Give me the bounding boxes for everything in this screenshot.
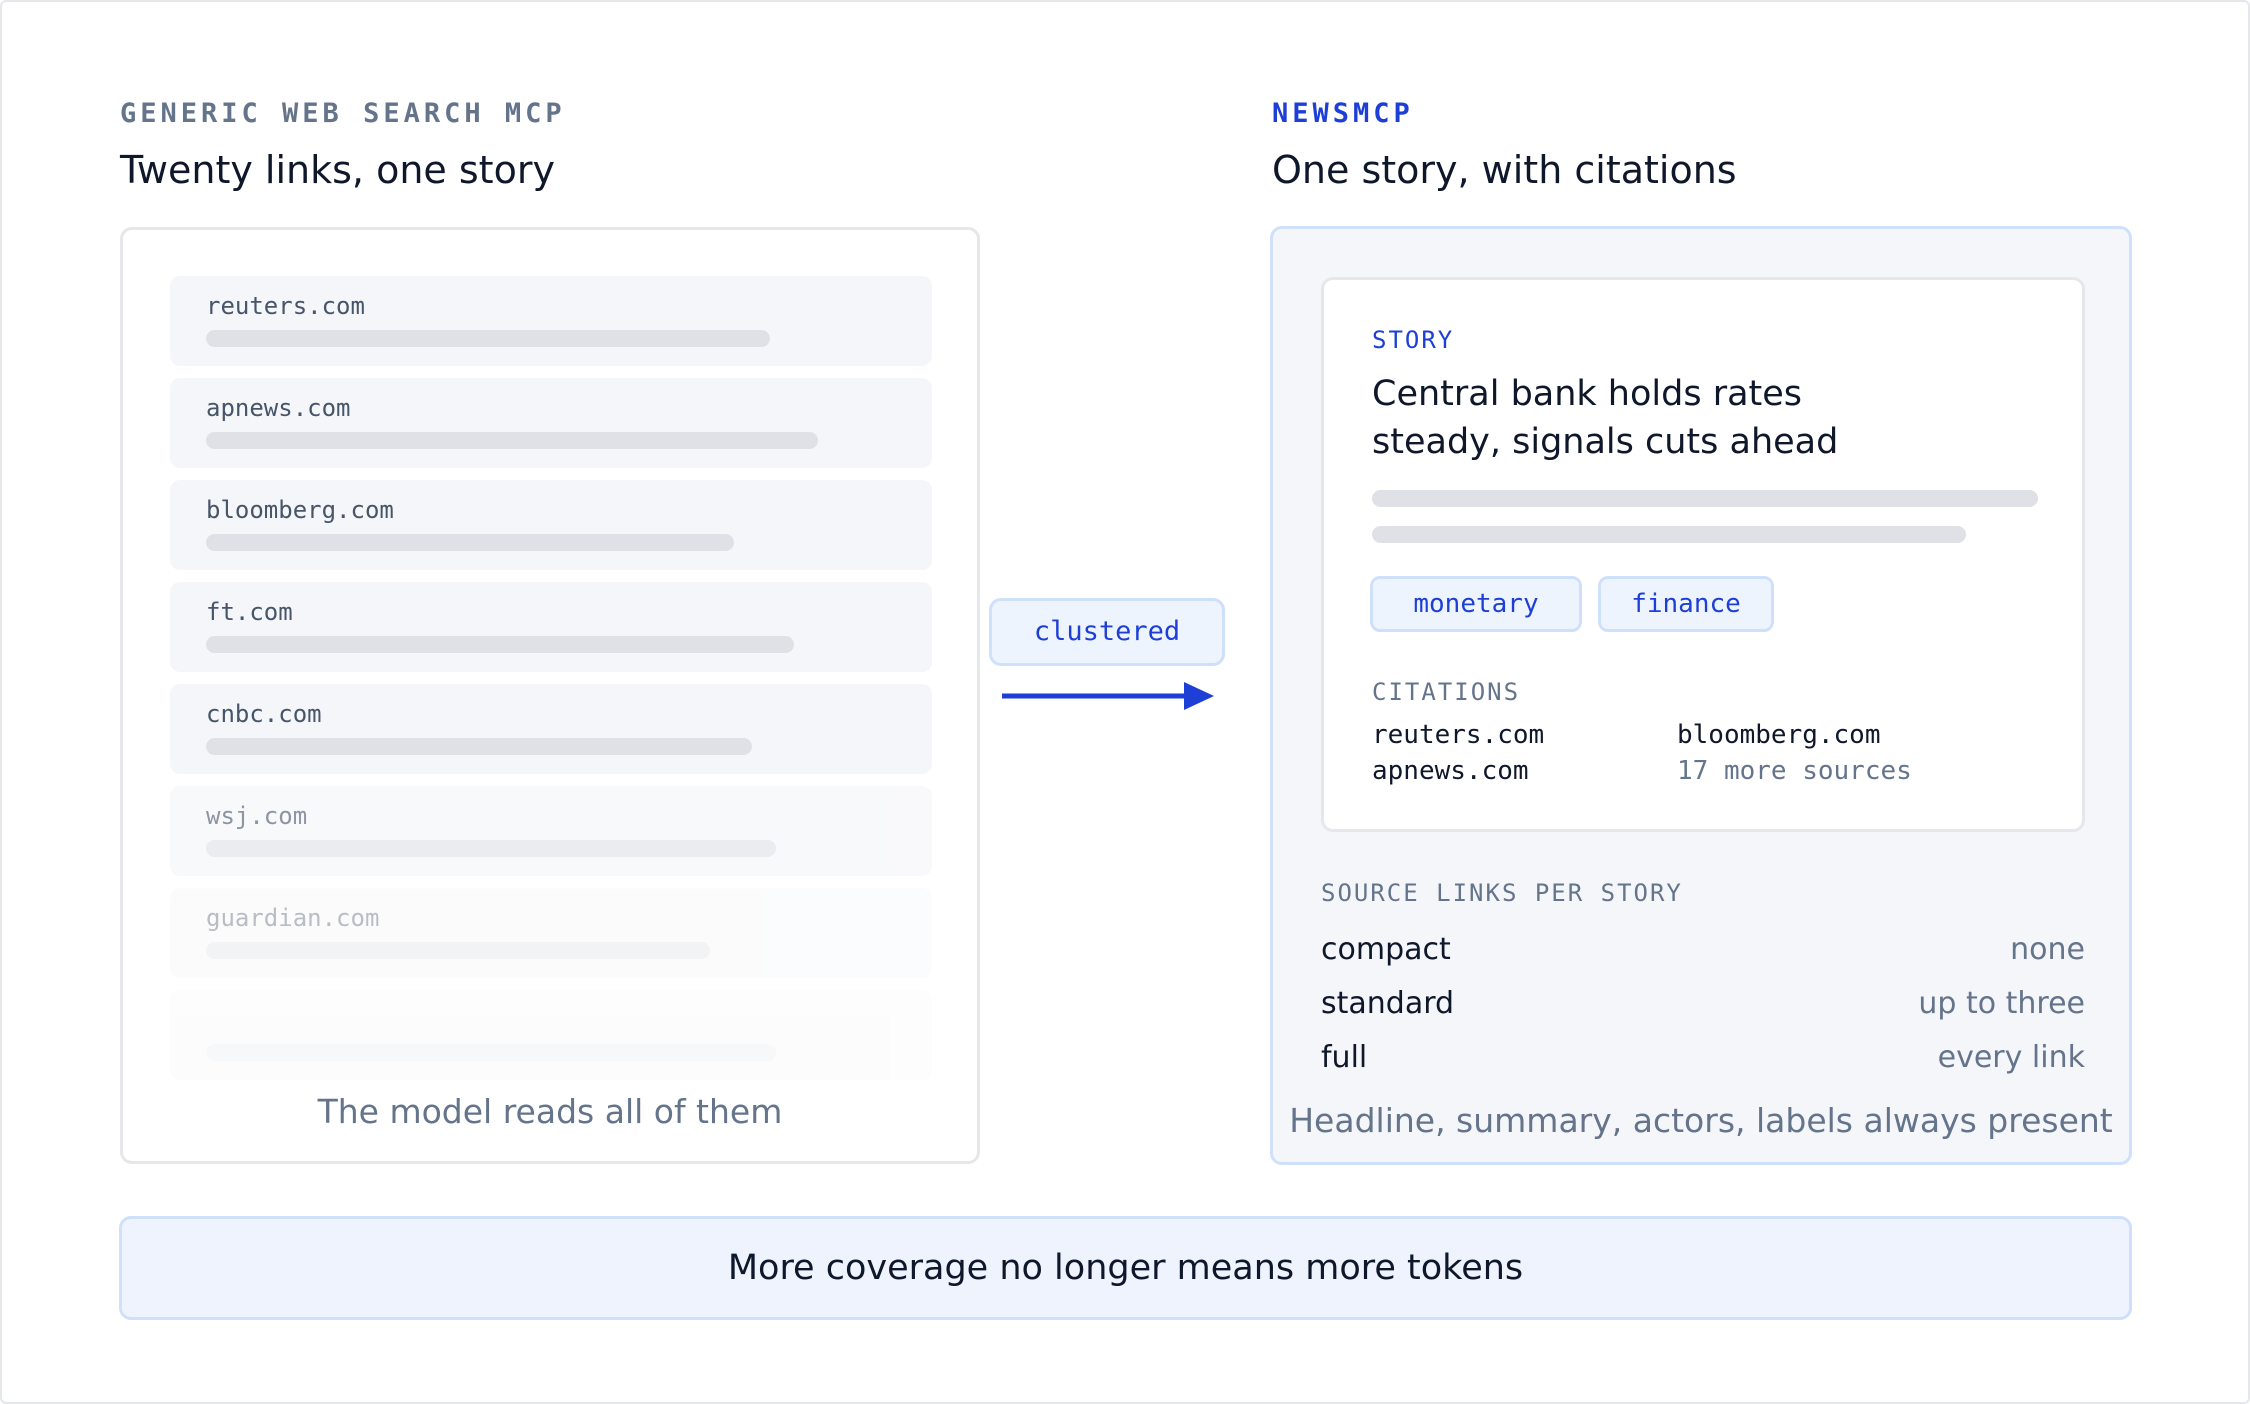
right-caption: Headline, summary, actors, labels always… [1289,1101,2113,1140]
level-name: standard [1321,986,1455,1021]
result-domain: wsj.com [206,802,308,830]
result-domain: bloomberg.com [206,496,394,524]
story-headline: Central bank holds rates steady, signals… [1372,374,1839,462]
result-domain: cnbc.com [206,700,322,728]
level-row: standard up to three [1321,986,2085,1030]
citation-item: reuters.com [1372,720,1545,750]
result-item: wsj.com [170,786,932,876]
result-snippet-placeholder [206,432,818,449]
summary-placeholder [1372,526,1966,543]
more-sources: 17 more sources [1677,756,1912,786]
right-eyebrow: NEWSMCP [1272,98,1414,129]
result-domain: reuters.com [206,292,365,320]
result-snippet-placeholder [206,1044,776,1061]
result-item: ft.com [170,582,932,672]
right-arrow-icon [1002,682,1214,710]
clustered-label: clustered [989,598,1225,666]
result-snippet-placeholder [206,330,770,347]
result-item: apnews.com [170,378,932,468]
result-snippet-placeholder [206,840,776,857]
result-snippet-placeholder [206,534,734,551]
result-item: guardian.com [170,888,932,978]
level-value: up to three [1918,986,2085,1021]
level-name: compact [1321,932,1451,967]
source-links-label: SOURCE LINKS PER STORY [1321,879,1683,907]
result-domain: ft.com [206,598,293,626]
story-card: STORY Central bank holds rates steady, s… [1321,277,2085,832]
result-snippet-placeholder [206,636,794,653]
level-row: compact none [1321,932,2085,976]
result-item: bloomberg.com [170,480,932,570]
level-name: full [1321,1040,1368,1075]
search-results-panel: reuters.com apnews.com bloomberg.com ft.… [120,227,980,1164]
result-item: cnbc.com [170,684,932,774]
level-value: none [2010,932,2085,967]
citations-label: CITATIONS [1372,678,1521,706]
citation-item: apnews.com [1372,756,1529,786]
result-item: reuters.com [170,276,932,366]
left-heading: Twenty links, one story [120,148,555,192]
bottom-banner: More coverage no longer means more token… [119,1216,2132,1320]
citation-item: bloomberg.com [1677,720,1881,750]
story-label: STORY [1372,326,1455,354]
newsmcp-panel: STORY Central bank holds rates steady, s… [1270,226,2132,1165]
right-heading: One story, with citations [1272,148,1737,192]
result-domain: apnews.com [206,394,351,422]
result-domain: guardian.com [206,904,380,932]
result-snippet-placeholder [206,942,710,959]
result-item [170,990,932,1080]
result-snippet-placeholder [206,738,752,755]
tag-monetary: monetary [1370,576,1582,632]
summary-placeholder [1372,490,2038,507]
level-value: every link [1937,1040,2085,1075]
tag-finance: finance [1598,576,1774,632]
left-caption: The model reads all of them [317,1092,783,1131]
left-eyebrow: GENERIC WEB SEARCH MCP [120,98,566,129]
level-row: full every link [1321,1040,2085,1084]
